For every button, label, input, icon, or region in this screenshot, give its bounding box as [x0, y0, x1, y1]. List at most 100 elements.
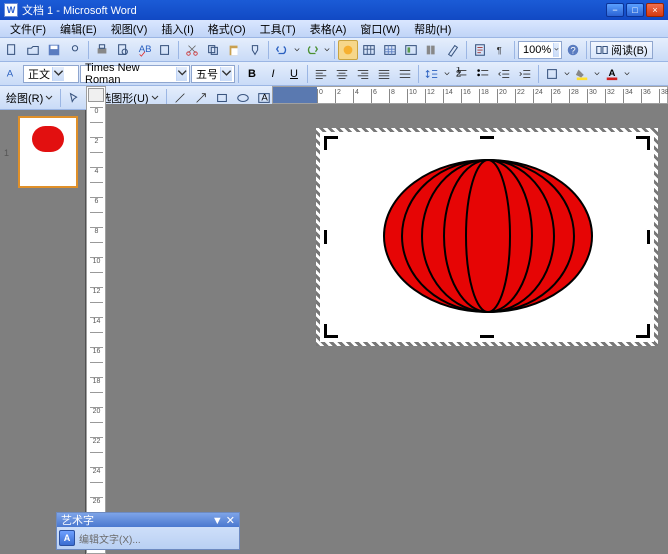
insert-table-button[interactable] — [380, 40, 400, 60]
print-button[interactable] — [92, 40, 112, 60]
read-button[interactable]: 阅读(B) — [590, 41, 653, 59]
font-color-drop[interactable] — [623, 71, 631, 77]
align-center-button[interactable] — [332, 64, 352, 84]
svg-text:¶: ¶ — [497, 45, 502, 56]
menu-edit[interactable]: 编辑(E) — [54, 20, 103, 38]
drawing-toolbar-button[interactable] — [443, 40, 463, 60]
crop-handle-tr[interactable] — [632, 136, 650, 154]
style-combo[interactable]: 正文 — [23, 65, 79, 83]
formatting-toolbar: A 正文 Times New Roman 五号 B I U 12 A — [0, 62, 668, 86]
zoom-value: 100% — [523, 44, 551, 56]
page-number: 1 — [4, 148, 9, 158]
spellcheck-button[interactable]: AB — [134, 40, 154, 60]
edit-text-button[interactable]: 编辑文字(X)... — [77, 531, 143, 546]
svg-text:?: ? — [570, 45, 575, 56]
svg-text:A: A — [261, 92, 268, 103]
justify-button[interactable] — [374, 64, 394, 84]
format-painter-button[interactable] — [245, 40, 265, 60]
tab-selector[interactable] — [88, 88, 104, 102]
svg-text:A: A — [609, 67, 616, 78]
wordart-title: 艺术字 — [61, 512, 94, 528]
columns-button[interactable] — [422, 40, 442, 60]
size-value: 五号 — [196, 66, 218, 82]
styles-pane-button[interactable]: A — [2, 64, 22, 84]
menu-bar: 文件(F) 编辑(E) 视图(V) 插入(I) 格式(O) 工具(T) 表格(A… — [0, 20, 668, 38]
highlight-drop[interactable] — [593, 71, 601, 77]
font-color-button[interactable]: A — [602, 64, 622, 84]
paste-button[interactable] — [224, 40, 244, 60]
line-spacing-button[interactable] — [422, 64, 442, 84]
line-spacing-drop[interactable] — [443, 71, 451, 77]
app-icon: W — [4, 3, 18, 17]
distributed-button[interactable] — [395, 64, 415, 84]
wordart-toolbar[interactable]: 艺术字 ▼ ✕ A 编辑文字(X)... — [56, 512, 240, 550]
close-button[interactable]: × — [646, 3, 664, 17]
align-right-button[interactable] — [353, 64, 373, 84]
bold-button[interactable]: B — [242, 64, 262, 84]
wordart-toolbar-header[interactable]: 艺术字 ▼ ✕ — [57, 513, 239, 527]
bullets-button[interactable] — [473, 64, 493, 84]
insert-hyperlink[interactable] — [338, 40, 358, 60]
maximize-button[interactable]: □ — [626, 3, 644, 17]
doc-map-button[interactable] — [470, 40, 490, 60]
read-label: 阅读(B) — [611, 42, 648, 58]
align-left-button[interactable] — [311, 64, 331, 84]
menu-help[interactable]: 帮助(H) — [408, 20, 457, 38]
numbering-button[interactable]: 12 — [452, 64, 472, 84]
menu-tools[interactable]: 工具(T) — [254, 20, 302, 38]
vertical-ruler: 0246810121416182022242628 — [86, 86, 106, 554]
svg-text:AB: AB — [139, 43, 151, 54]
undo-button[interactable] — [272, 40, 292, 60]
redo-drop[interactable] — [323, 47, 331, 53]
menu-table[interactable]: 表格(A) — [304, 20, 353, 38]
drawing-menu[interactable]: 绘图(R) — [2, 89, 57, 107]
undo-drop[interactable] — [293, 47, 301, 53]
outdent-button[interactable] — [494, 64, 514, 84]
lantern-shape[interactable] — [380, 156, 596, 316]
crop-handle-l[interactable] — [324, 230, 327, 244]
crop-handle-b[interactable] — [480, 335, 494, 338]
excel-button[interactable] — [401, 40, 421, 60]
menu-format[interactable]: 格式(O) — [202, 20, 252, 38]
thumbnail-pane: 1 — [0, 110, 86, 554]
help-button[interactable]: ? — [563, 40, 583, 60]
copy-button[interactable] — [203, 40, 223, 60]
crop-handle-r[interactable] — [647, 230, 650, 244]
drawing-canvas[interactable] — [320, 132, 654, 342]
highlight-button[interactable] — [572, 64, 592, 84]
borders-button[interactable] — [542, 64, 562, 84]
menu-view[interactable]: 视图(V) — [105, 20, 154, 38]
size-combo[interactable]: 五号 — [191, 65, 235, 83]
permission-button[interactable] — [65, 40, 85, 60]
save-button[interactable] — [44, 40, 64, 60]
menu-file[interactable]: 文件(F) — [4, 20, 52, 38]
crop-handle-br[interactable] — [632, 320, 650, 338]
tables-button[interactable] — [359, 40, 379, 60]
zoom-combo[interactable]: 100% — [518, 41, 562, 59]
new-button[interactable] — [2, 40, 22, 60]
italic-button[interactable]: I — [263, 64, 283, 84]
redo-button[interactable] — [302, 40, 322, 60]
crop-handle-tl[interactable] — [324, 136, 342, 154]
horizontal-ruler: 0246810121416182022242628303234363840 — [272, 86, 668, 104]
open-button[interactable] — [23, 40, 43, 60]
menu-window[interactable]: 窗口(W) — [354, 20, 406, 38]
print-preview-button[interactable] — [113, 40, 133, 60]
crop-handle-t[interactable] — [480, 136, 494, 139]
borders-drop[interactable] — [563, 71, 571, 77]
style-value: 正文 — [28, 66, 50, 82]
font-value: Times New Roman — [85, 62, 174, 86]
minimize-button[interactable]: − — [606, 3, 624, 17]
show-marks-button[interactable]: ¶ — [491, 40, 511, 60]
research-button[interactable] — [155, 40, 175, 60]
select-objects-button[interactable] — [64, 88, 84, 108]
indent-button[interactable] — [515, 64, 535, 84]
page-thumbnail[interactable] — [18, 116, 78, 188]
insert-wordart-button[interactable]: A — [59, 530, 75, 546]
cut-button[interactable] — [182, 40, 202, 60]
menu-insert[interactable]: 插入(I) — [155, 20, 199, 38]
window-title: 文档 1 - Microsoft Word — [22, 2, 606, 18]
crop-handle-bl[interactable] — [324, 320, 342, 338]
underline-button[interactable]: U — [284, 64, 304, 84]
font-combo[interactable]: Times New Roman — [80, 65, 190, 83]
